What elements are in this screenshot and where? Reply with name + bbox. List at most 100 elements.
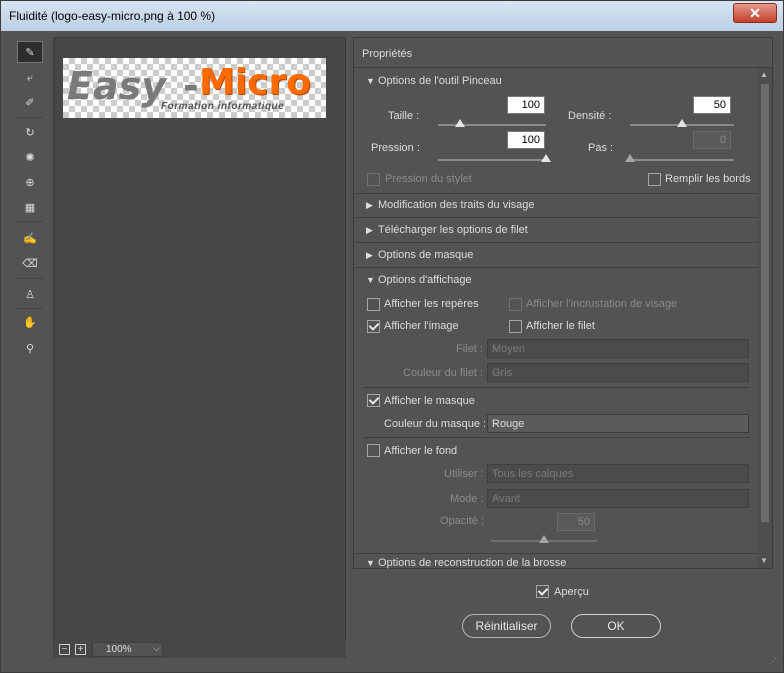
section-label: Options de reconstruction de la brosse <box>378 557 567 569</box>
brush-options-header[interactable]: ▼ Options de l'outil Pinceau <box>366 75 502 87</box>
chevron-down-icon: ⌵ <box>492 492 500 503</box>
opacity-slider-thumb[interactable] <box>539 535 549 543</box>
pin-edges-checkbox[interactable] <box>648 173 661 186</box>
face-tool-icon[interactable]: ♙ <box>17 283 43 305</box>
resize-grip-icon[interactable]: ⋰ <box>769 657 777 666</box>
show-image-checkbox[interactable] <box>367 320 380 333</box>
divider <box>356 193 760 194</box>
triangle-right-icon: ▶ <box>366 200 373 210</box>
mode-select[interactable]: Avant ⌵ <box>487 489 749 508</box>
divider <box>364 437 750 438</box>
logo-subtitle: Formation informatique <box>161 101 285 112</box>
thaw-mask-tool-icon[interactable]: ⌫ <box>17 252 43 274</box>
opacity-label: Opacité : <box>440 515 485 527</box>
push-left-tool-icon[interactable]: ▦ <box>17 196 43 218</box>
show-face-overlay-label: Afficher l'incrustation de visage <box>526 298 678 310</box>
tool-divider <box>17 117 43 118</box>
section-label: Options de l'outil Pinceau <box>378 75 502 87</box>
use-layer-select[interactable]: Tous les calques ⌵ <box>487 464 749 483</box>
hand-tool-icon[interactable]: ✋ <box>17 311 43 333</box>
zoom-out-button[interactable]: − <box>59 644 70 655</box>
rate-slider-track[interactable] <box>630 159 734 161</box>
density-slider-thumb[interactable] <box>677 119 687 127</box>
rate-label: Pas : <box>588 142 614 154</box>
show-backdrop-checkbox[interactable] <box>367 444 380 457</box>
size-slider-thumb[interactable] <box>454 119 465 127</box>
show-mesh-checkbox[interactable] <box>509 320 522 333</box>
smooth-tool-icon[interactable]: ✐ <box>17 91 43 113</box>
triangle-right-icon: ▶ <box>366 225 373 235</box>
density-label: Densité : <box>568 110 612 122</box>
forward-warp-tool-icon[interactable]: ✎ <box>17 41 43 63</box>
scrollbar-thumb[interactable] <box>761 84 769 522</box>
ok-button[interactable]: OK <box>571 614 661 638</box>
title-bar: Fluidité (logo-easy-micro.png à 100 %) ✕ <box>1 1 783 31</box>
show-mask-checkbox[interactable] <box>367 394 380 407</box>
divider <box>356 242 760 243</box>
show-guides-checkbox[interactable] <box>367 298 380 311</box>
opacity-input[interactable]: 50 <box>557 513 595 531</box>
mesh-size-label: Filet : <box>456 343 483 355</box>
tool-divider <box>17 278 43 279</box>
mesh-color-select[interactable]: Gris ⌵ <box>487 363 749 382</box>
section-label: Options d'affichage <box>378 274 472 286</box>
rate-input[interactable]: 0 <box>693 131 731 149</box>
triangle-down-icon: ▼ <box>366 275 375 285</box>
preview-canvas[interactable]: Easy - Micro Formation informatique <box>53 37 346 657</box>
stylus-pressure-checkbox[interactable] <box>367 173 380 186</box>
scroll-down-icon[interactable]: ▼ <box>760 556 768 565</box>
scroll-up-icon[interactable]: ▲ <box>760 70 768 79</box>
use-label: Utiliser : <box>444 468 484 480</box>
logo-easy-text: Easy <box>67 64 166 108</box>
triangle-right-icon: ▶ <box>366 250 373 260</box>
size-input[interactable]: 100 <box>507 96 545 114</box>
divider <box>356 217 760 218</box>
properties-scrollbar[interactable]: ▲ ▼ <box>758 68 772 568</box>
pucker-tool-icon[interactable]: ✺ <box>17 146 43 168</box>
chevron-down-icon: ⌵ <box>492 366 500 377</box>
show-image-label: Afficher l'image <box>384 320 459 332</box>
mesh-color-label: Couleur du filet : <box>403 367 484 379</box>
mask-options-header[interactable]: ▶ Options de masque <box>366 249 473 261</box>
chevron-down-icon: ⌵ <box>153 643 160 653</box>
show-guides-label: Afficher les repères <box>384 298 479 310</box>
liquify-dialog: Fluidité (logo-easy-micro.png à 100 %) ✕… <box>0 0 784 673</box>
view-options-header[interactable]: ▼ Options d'affichage <box>366 274 472 286</box>
twirl-tool-icon[interactable]: ↻ <box>17 121 43 143</box>
section-label: Options de masque <box>378 249 474 261</box>
rate-slider-thumb[interactable] <box>625 154 635 162</box>
zoom-level-select[interactable]: 100% ⌵ <box>92 642 163 657</box>
reconstruct-tool-icon[interactable]: ⤶ <box>17 67 43 89</box>
face-aware-header[interactable]: ▶ Modification des traits du visage <box>366 199 535 211</box>
show-mask-label: Afficher le masque <box>384 395 475 407</box>
pressure-slider-thumb[interactable] <box>541 154 551 162</box>
close-button[interactable]: ✕ <box>733 3 777 23</box>
show-backdrop-label: Afficher le fond <box>384 445 458 457</box>
properties-panel: Propriétés ▼ Options de l'outil Pinceau T… <box>353 37 773 569</box>
chevron-down-icon: ⌵ <box>492 467 500 478</box>
preview-checkbox[interactable] <box>536 585 549 598</box>
size-label: Taille : <box>388 110 420 122</box>
zoom-tool-icon[interactable]: ⚲ <box>17 337 43 359</box>
mask-color-label: Couleur du masque : <box>384 418 487 430</box>
load-mesh-header[interactable]: ▶ Télécharger les options de filet <box>366 224 528 236</box>
properties-title: Propriétés <box>362 48 413 60</box>
pressure-slider-track[interactable] <box>438 159 546 161</box>
tool-divider <box>17 221 43 222</box>
pin-edges-label: Remplir les bords <box>665 173 751 185</box>
bloat-tool-icon[interactable]: ⊕ <box>17 171 43 193</box>
reconstruct-options-header[interactable]: ▼ Options de reconstruction de la brosse <box>366 557 566 569</box>
pressure-label: Pression : <box>371 142 420 154</box>
triangle-down-icon: ▼ <box>366 76 375 86</box>
reset-button[interactable]: Réinitialiser <box>462 614 551 638</box>
freeze-mask-tool-icon[interactable]: ✍ <box>17 227 43 249</box>
divider <box>356 267 760 268</box>
density-input[interactable]: 50 <box>693 96 731 114</box>
divider <box>364 387 750 388</box>
show-face-overlay-checkbox[interactable] <box>509 298 522 311</box>
mesh-size-select[interactable]: Moyen ⌵ <box>487 339 749 358</box>
mask-color-select[interactable]: Rouge ⌵ <box>487 414 749 433</box>
mode-label: Mode : <box>450 493 484 505</box>
pressure-input[interactable]: 100 <box>507 131 545 149</box>
zoom-in-button[interactable]: + <box>75 644 86 655</box>
